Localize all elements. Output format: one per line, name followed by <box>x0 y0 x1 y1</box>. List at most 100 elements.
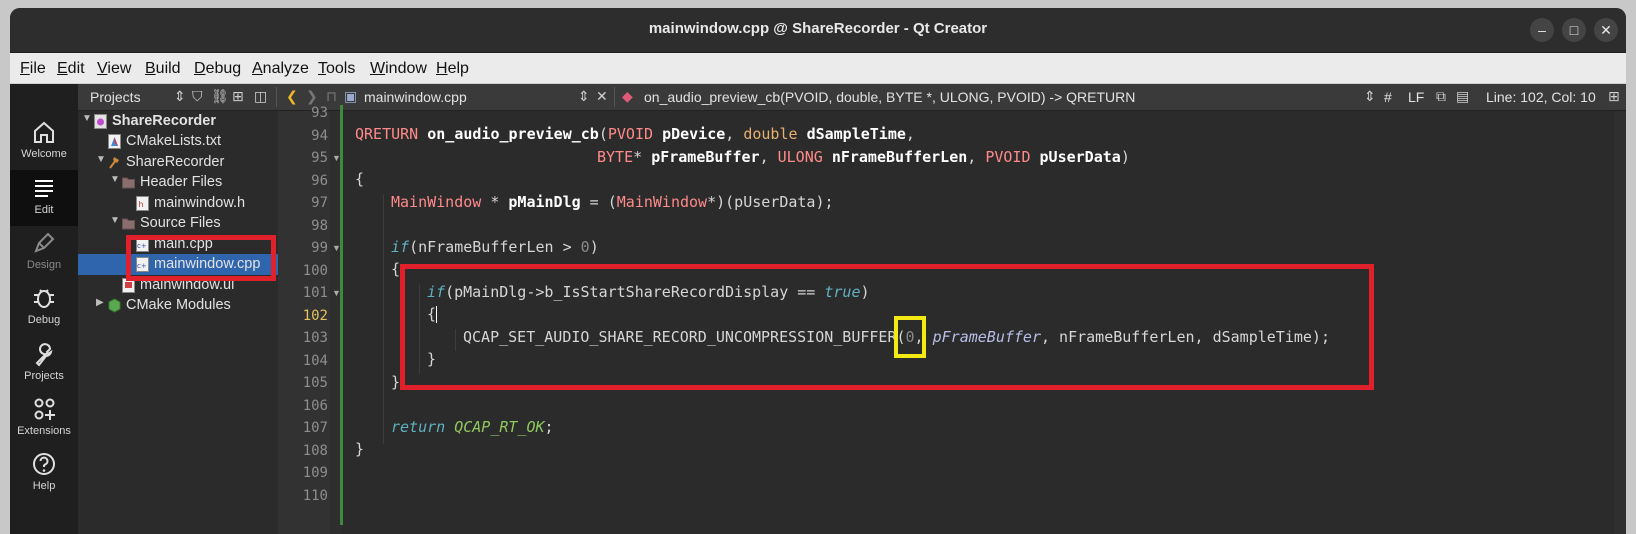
token: QCAP_RT_OK <box>454 418 545 436</box>
token: PVOID <box>607 125 654 143</box>
line-number: 99 <box>311 240 328 256</box>
separator <box>614 87 615 107</box>
tree-item-label: Header Files <box>140 174 223 190</box>
hash-button[interactable]: # <box>1384 89 1392 105</box>
token: *)(pUserData); <box>707 193 834 211</box>
cursor-position[interactable]: Line: 102, Col: 10 <box>1486 89 1596 105</box>
edit-lines-icon <box>35 180 53 197</box>
maximize-button[interactable]: □ <box>1562 18 1586 42</box>
separator <box>276 87 277 107</box>
tree-item-project[interactable]: ▼ ShareRecorder <box>78 111 278 132</box>
code-line-105: } <box>391 373 401 391</box>
mode-bar: Welcome Edit Design Debug Projects Exten… <box>10 84 78 534</box>
collapse-arrow-icon[interactable]: ▶ <box>96 297 104 308</box>
mode-edit[interactable]: Edit <box>10 170 78 226</box>
mode-debug[interactable]: Debug <box>10 280 78 336</box>
token: on_audio_preview_cb <box>427 125 599 143</box>
filter-icon[interactable]: ⛉ <box>192 88 203 105</box>
close-button[interactable]: ✕ <box>1594 18 1618 42</box>
mode-label: Design <box>26 259 62 271</box>
code-line-99: if(nFrameBufferLen > 0) <box>391 238 599 256</box>
menu-tools[interactable]: Tools <box>318 60 355 78</box>
line-number: 98 <box>311 218 328 234</box>
code-line-95: BYTE* pFrameBuffer, ULONG nFrameBufferLe… <box>597 148 1130 166</box>
token: if <box>391 238 410 256</box>
line-ending-button[interactable]: LF <box>1408 89 1424 105</box>
mode-label: Projects <box>24 370 64 382</box>
split-editor-icon[interactable]: ⊞ <box>1608 88 1620 105</box>
tree-item-source-files[interactable]: ▼ Source Files <box>78 213 278 234</box>
token: return <box>391 418 446 436</box>
menu-window[interactable]: Window <box>370 60 427 78</box>
combo-arrows-icon[interactable]: ⇕ <box>1364 88 1376 105</box>
close-document-icon[interactable]: ✕ <box>596 88 608 105</box>
mode-welcome[interactable]: Welcome <box>10 114 78 170</box>
menu-file[interactable]: File <box>20 60 46 78</box>
tree-item-mainwindow-h[interactable]: h mainwindow.h <box>78 193 278 214</box>
extensions-icon <box>34 398 55 420</box>
mode-label: Help <box>32 480 56 492</box>
token: = ( <box>580 193 617 211</box>
svg-text:h: h <box>139 200 144 209</box>
token: , <box>967 148 986 166</box>
mode-help[interactable]: Help <box>10 446 78 502</box>
vertical-scrollbar[interactable] <box>1614 111 1626 534</box>
change-indicator <box>340 105 343 525</box>
expand-arrow-icon[interactable]: ▼ <box>96 154 106 165</box>
mode-extensions[interactable]: Extensions <box>10 391 78 447</box>
combo-arrows-icon[interactable]: ⇕ <box>578 88 590 105</box>
expand-arrow-icon[interactable]: ▼ <box>110 174 120 185</box>
pen-icon <box>34 232 55 253</box>
expand-arrow-icon[interactable]: ▼ <box>82 113 92 124</box>
tree-item-label: CMake Modules <box>126 297 231 313</box>
minimize-button[interactable]: – <box>1530 18 1554 42</box>
menu-debug[interactable]: Debug <box>194 60 241 78</box>
expand-arrow-icon[interactable]: ▼ <box>110 215 120 226</box>
menu-help[interactable]: Help <box>436 60 469 78</box>
sort-arrows-icon[interactable]: ⇕ <box>174 88 186 105</box>
menu-bar: File Edit View Build Debug Analyze Tools… <box>10 53 1626 84</box>
back-arrow-icon[interactable]: ❮ <box>286 88 298 105</box>
line-number: 93 <box>311 105 328 121</box>
forward-arrow-icon[interactable]: ❯ <box>306 88 318 105</box>
mode-design[interactable]: Design <box>10 225 78 281</box>
projects-combo[interactable]: Projects <box>90 89 141 105</box>
tree-item-label: ShareRecorder <box>112 113 216 129</box>
encoding-icon[interactable]: ⧉ <box>1436 88 1446 105</box>
line-number: 95 <box>311 150 328 166</box>
line-number: 108 <box>302 443 328 459</box>
menu-analyze[interactable]: Analyze <box>252 60 309 78</box>
menu-edit[interactable]: Edit <box>57 60 85 78</box>
home-icon <box>34 121 54 143</box>
token: ; <box>544 418 554 436</box>
mode-projects[interactable]: Projects <box>10 336 78 392</box>
tree-item-cmakelists[interactable]: CMakeLists.txt <box>78 131 278 152</box>
open-file-combo[interactable]: mainwindow.cpp <box>364 89 467 105</box>
document-icon[interactable]: ▤ <box>1456 88 1469 105</box>
token: , <box>905 125 915 143</box>
line-number: 110 <box>302 488 328 504</box>
menu-build[interactable]: Build <box>145 60 181 78</box>
line-number: 100 <box>302 263 328 279</box>
link-icon[interactable]: ⛓ <box>211 88 229 105</box>
tree-item-header-files[interactable]: ▼ Header Files <box>78 172 278 193</box>
indent-guide <box>383 194 384 444</box>
mode-label: Extensions <box>17 425 71 437</box>
menu-view[interactable]: View <box>97 60 131 78</box>
token: BYTE <box>597 148 634 166</box>
tree-item-target[interactable]: ▼ ShareRecorder <box>78 152 278 173</box>
highlight-box-code-block <box>400 264 1374 390</box>
code-line-97: MainWindow * pMainDlg = (MainWindow*)(pU… <box>391 193 834 211</box>
close-sidebar-icon[interactable]: ◫ <box>254 88 267 105</box>
token: * <box>633 148 652 166</box>
token: , <box>759 148 778 166</box>
tree-item-label: mainwindow.h <box>154 195 246 211</box>
tree-item-cmake-modules[interactable]: ▶ CMake Modules <box>78 295 278 316</box>
function-combo[interactable]: on_audio_preview_cb(PVOID, double, BYTE … <box>644 89 1135 105</box>
token: MainWindow <box>391 193 482 211</box>
split-icon[interactable]: ⊞ <box>232 88 244 105</box>
line-number: 104 <box>302 353 328 369</box>
